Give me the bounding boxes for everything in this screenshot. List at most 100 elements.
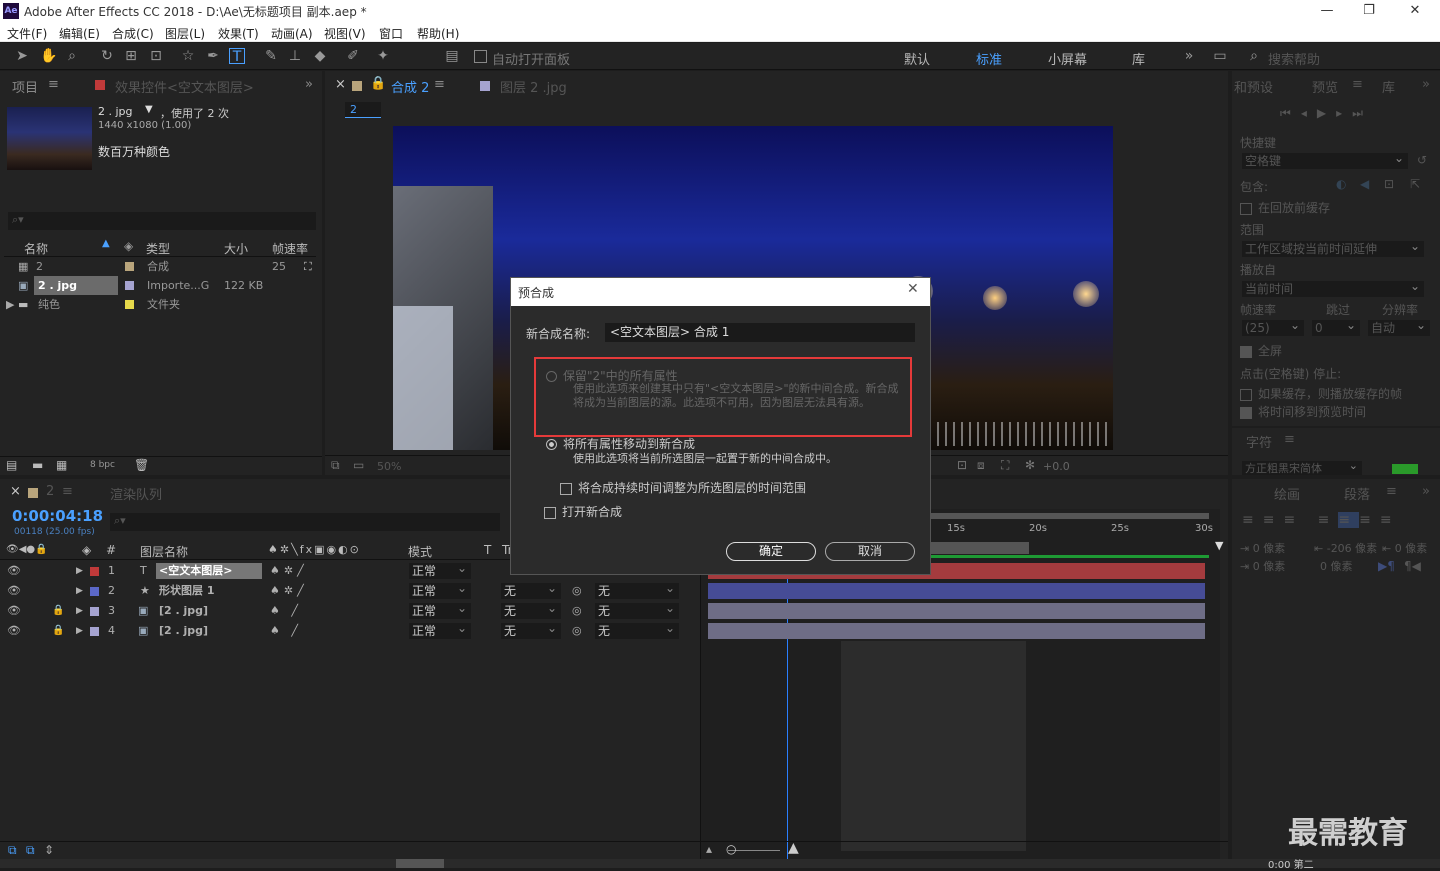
new-comp-icon[interactable]: ▦ bbox=[56, 458, 67, 472]
adjust-duration-checkbox[interactable]: 将合成持续时间调整为所选图层的时间范围 bbox=[560, 479, 806, 496]
move-time-checkbox[interactable]: 将时间移到预览时间 bbox=[1240, 403, 1366, 420]
workspace-library[interactable]: 库 bbox=[1132, 49, 1145, 68]
horizontal-scrollbar-thumb[interactable] bbox=[396, 859, 444, 868]
expand-arrow-icon[interactable]: ▶ bbox=[76, 581, 83, 601]
timeline-search-input[interactable]: ⌕▾ bbox=[110, 513, 500, 531]
menu-file[interactable]: 文件(F) bbox=[7, 25, 47, 42]
indent-right-value[interactable]: 0 像素 bbox=[1395, 542, 1428, 555]
layer-label-swatch[interactable] bbox=[90, 627, 99, 636]
project-search-input[interactable]: ⌕▾ bbox=[8, 212, 316, 230]
tab-library[interactable]: 库 bbox=[1382, 77, 1395, 96]
camera-tool-icon[interactable]: ⊞ bbox=[123, 48, 139, 64]
export-icon[interactable]: ⇱ bbox=[1410, 177, 1420, 191]
shape-tool-icon[interactable]: ☆ bbox=[180, 48, 196, 64]
layer-name[interactable]: 形状图层 1 bbox=[159, 581, 214, 601]
checkbox-icon[interactable] bbox=[1240, 202, 1252, 215]
align-left-icon[interactable]: ≡ bbox=[1242, 512, 1263, 528]
layer-switches-icon[interactable]: ♠ ╱ bbox=[270, 621, 302, 641]
menu-effect[interactable]: 效果(T) bbox=[218, 25, 259, 42]
shortcut-dropdown[interactable]: 空格键 bbox=[1242, 150, 1408, 169]
flowchart-icon[interactable]: ⛶ bbox=[304, 257, 312, 276]
checkbox-icon[interactable] bbox=[544, 506, 556, 519]
parent-pickwhip-icon[interactable]: ◎ bbox=[572, 601, 582, 621]
tab-effect-controls[interactable]: 效果控件<空文本图层> bbox=[115, 77, 254, 96]
track-matte-dropdown[interactable]: 无 bbox=[501, 600, 561, 619]
panel-menu-icon[interactable]: ≡ bbox=[1284, 432, 1295, 447]
current-timecode[interactable]: 0:00:04:18 bbox=[12, 507, 103, 525]
layer-name[interactable]: <空文本图层> bbox=[156, 563, 262, 579]
toggle-transfer-icon[interactable]: ⇕ bbox=[44, 843, 54, 857]
skip-dropdown[interactable]: 0 bbox=[1312, 317, 1360, 336]
layer-duration-bar[interactable] bbox=[708, 623, 1205, 639]
blend-mode-dropdown[interactable]: 正常 bbox=[409, 620, 471, 639]
close-tab-icon[interactable]: × bbox=[10, 484, 21, 499]
lock-icon[interactable]: 🔒 bbox=[370, 76, 386, 91]
hand-tool-icon[interactable]: ✋ bbox=[40, 48, 57, 64]
panel-menu-icon[interactable]: ≡ bbox=[62, 484, 73, 499]
checkbox-icon[interactable] bbox=[560, 482, 572, 495]
space-before-value[interactable]: -206 像素 bbox=[1327, 542, 1377, 555]
workspace-small-screen[interactable]: 小屏幕 bbox=[1048, 49, 1087, 68]
include-audio-icon[interactable]: ◀ bbox=[1360, 177, 1369, 191]
indent-right-field[interactable]: ⇤ 0 像素 bbox=[1382, 540, 1427, 556]
ltr-direction-icon[interactable]: ▶¶ bbox=[1378, 559, 1395, 573]
fps-dropdown[interactable]: (25) bbox=[1242, 317, 1304, 336]
parent-pickwhip-icon[interactable]: ◎ bbox=[572, 621, 582, 641]
if-cached-checkbox[interactable]: 如果缓存，则播放缓存的帧 bbox=[1240, 385, 1402, 402]
layer-name[interactable]: [2 . jpg] bbox=[159, 621, 208, 641]
project-item-row[interactable]: ▦ 2 合成 25 ⛶ bbox=[4, 257, 316, 276]
range-dropdown[interactable]: 工作区域按当前时间延伸 bbox=[1242, 238, 1424, 257]
panel-more-icon[interactable]: » bbox=[305, 77, 313, 92]
col-name[interactable]: 名称 bbox=[24, 240, 48, 257]
close-tab-icon[interactable]: × bbox=[335, 77, 346, 92]
tab-preview[interactable]: 预览 bbox=[1312, 77, 1338, 96]
rotate-tool-icon[interactable]: ↻ bbox=[99, 48, 115, 64]
checkbox-icon[interactable] bbox=[1240, 388, 1252, 401]
zoom-slider-handle[interactable]: ○ bbox=[726, 842, 736, 856]
resolution-dropdown[interactable]: 自动 bbox=[1368, 317, 1430, 336]
panel-menu-icon[interactable]: ≡ bbox=[434, 77, 445, 92]
menu-layer[interactable]: 图层(L) bbox=[165, 25, 205, 42]
zoom-tool-icon[interactable]: ⌕ bbox=[64, 48, 80, 64]
radio-selected-icon[interactable] bbox=[546, 439, 557, 450]
zoom-out-icon[interactable]: ▴ bbox=[706, 842, 712, 856]
expand-arrow-icon[interactable]: ▶ bbox=[76, 601, 83, 621]
include-video-icon[interactable]: ◐ bbox=[1336, 177, 1346, 191]
justify-left-icon[interactable]: ≡ bbox=[1318, 512, 1339, 528]
justify-all-icon[interactable]: ≡ bbox=[1380, 512, 1401, 528]
pin-icon[interactable]: ▤ bbox=[444, 48, 460, 64]
toggle-switches-icon[interactable]: ⧉ bbox=[8, 843, 17, 858]
play-icon[interactable]: ▶ bbox=[1317, 106, 1336, 120]
fill-color-swatch[interactable] bbox=[1392, 464, 1418, 474]
workspace-default[interactable]: 默认 bbox=[904, 49, 930, 68]
prev-frame-icon[interactable]: ◂ bbox=[1301, 106, 1317, 120]
monitor-icon[interactable]: ▭ bbox=[353, 458, 364, 472]
panel-more-icon[interactable]: » bbox=[1422, 77, 1430, 92]
label-swatch[interactable] bbox=[125, 300, 134, 309]
snapshot-icon[interactable]: ⊡ bbox=[957, 458, 967, 472]
cancel-button[interactable]: 取消 bbox=[825, 542, 915, 561]
space-before-field[interactable]: ⇤ -206 像素 bbox=[1314, 540, 1377, 556]
space-after-value[interactable]: 0 像素 bbox=[1320, 560, 1353, 573]
space-after-field[interactable]: 0 像素 bbox=[1320, 558, 1353, 574]
blend-mode-dropdown[interactable]: 正常 bbox=[409, 580, 471, 599]
col-layer-name[interactable]: 图层名称 bbox=[140, 543, 188, 560]
tab-render-queue[interactable]: 渲染队列 bbox=[110, 484, 162, 503]
clone-stamp-tool-icon[interactable]: ⊥ bbox=[287, 48, 303, 64]
justify-center-icon[interactable]: ≡ bbox=[1338, 512, 1360, 528]
panel-menu-icon[interactable]: ≡ bbox=[48, 77, 59, 92]
new-comp-name-input[interactable]: <空文本图层> 合成 1 bbox=[605, 323, 915, 342]
layer-label-swatch[interactable] bbox=[90, 587, 99, 596]
visibility-eye-icon[interactable]: 👁 bbox=[7, 561, 21, 581]
fullscreen-checkbox[interactable]: 全屏 bbox=[1240, 342, 1282, 359]
project-item-row[interactable]: ▶ ▬ 纯色 文件夹 bbox=[4, 295, 316, 314]
maximize-button[interactable]: ❐ bbox=[1349, 0, 1389, 22]
checkbox-icon[interactable] bbox=[1240, 345, 1252, 358]
indent-first-value[interactable]: 0 像素 bbox=[1253, 560, 1286, 573]
panel-menu-icon[interactable]: ≡ bbox=[1386, 484, 1397, 499]
channel-icon[interactable]: ⧈ bbox=[977, 458, 985, 473]
menu-edit[interactable]: 编辑(E) bbox=[59, 25, 100, 42]
label-swatch[interactable] bbox=[125, 262, 134, 271]
comp-marker-icon[interactable]: ▼ bbox=[1215, 539, 1223, 552]
trash-icon[interactable]: 🗑 bbox=[134, 458, 149, 472]
